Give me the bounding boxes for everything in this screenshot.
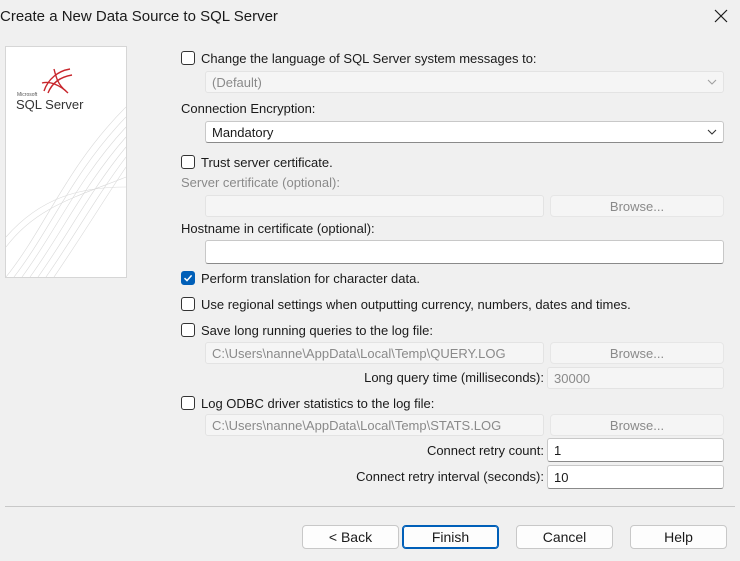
server-cert-browse-button: Browse...	[550, 195, 724, 217]
language-label: Change the language of SQL Server system…	[201, 50, 537, 66]
long-query-time-label: Long query time (milliseconds):	[364, 370, 544, 385]
trust-cert-label: Trust server certificate.	[201, 154, 333, 170]
back-button[interactable]: < Back	[302, 525, 399, 549]
odbc-stats-checkbox[interactable]	[181, 396, 195, 410]
language-checkbox[interactable]	[181, 51, 195, 65]
trust-cert-checkbox[interactable]	[181, 155, 195, 169]
trust-cert-checkbox-row[interactable]: Trust server certificate.	[181, 153, 333, 171]
translation-checkbox-row[interactable]: Perform translation for character data.	[181, 269, 420, 287]
encryption-value: Mandatory	[212, 124, 274, 140]
long-query-time-input: 30000	[547, 367, 724, 389]
query-log-browse-button: Browse...	[550, 342, 724, 364]
retry-interval-label: Connect retry interval (seconds):	[356, 469, 544, 484]
retry-interval-input[interactable]: 10	[547, 465, 724, 489]
odbc-stats-checkbox-row[interactable]: Log ODBC driver statistics to the log fi…	[181, 394, 434, 412]
logo-brand-text: SQL Server	[16, 97, 84, 112]
stats-log-path-input: C:\Users\nanne\AppData\Local\Temp\STATS.…	[205, 414, 544, 436]
checkmark-icon	[183, 274, 193, 282]
regional-checkbox-row[interactable]: Use regional settings when outputting cu…	[181, 295, 631, 313]
cancel-button[interactable]: Cancel	[516, 525, 613, 549]
language-select: (Default)	[205, 71, 724, 93]
encryption-select[interactable]: Mandatory	[205, 121, 724, 143]
footer-divider	[5, 506, 735, 507]
server-cert-label: Server certificate (optional):	[181, 175, 340, 190]
hostname-input[interactable]	[205, 240, 724, 264]
long-queries-checkbox-row[interactable]: Save long running queries to the log fil…	[181, 321, 433, 339]
translation-label: Perform translation for character data.	[201, 270, 420, 286]
close-icon	[714, 9, 728, 23]
retry-count-label: Connect retry count:	[426, 443, 544, 458]
logo-panel: Microsoft SQL Server	[5, 46, 127, 278]
encryption-label: Connection Encryption:	[181, 101, 316, 116]
language-value: (Default)	[212, 74, 262, 90]
hostname-label: Hostname in certificate (optional):	[181, 221, 375, 236]
server-cert-input	[205, 195, 544, 217]
help-button[interactable]: Help	[630, 525, 727, 549]
retry-count-input[interactable]: 1	[547, 438, 724, 462]
long-queries-checkbox[interactable]	[181, 323, 195, 337]
sql-server-logo-icon	[41, 68, 73, 94]
odbc-stats-label: Log ODBC driver statistics to the log fi…	[201, 395, 435, 411]
regional-checkbox[interactable]	[181, 297, 195, 311]
translation-checkbox[interactable]	[181, 271, 195, 285]
long-queries-label: Save long running queries to the log fil…	[201, 322, 433, 338]
language-checkbox-row[interactable]: Change the language of SQL Server system…	[181, 49, 537, 67]
window-title: Create a New Data Source to SQL Server	[0, 8, 278, 25]
regional-label: Use regional settings when outputting cu…	[201, 296, 631, 312]
stats-log-browse-button: Browse...	[550, 414, 724, 436]
query-log-path-input: C:\Users\nanne\AppData\Local\Temp\QUERY.…	[205, 342, 544, 364]
chevron-down-icon	[707, 129, 717, 135]
chevron-down-icon	[707, 79, 717, 85]
close-button[interactable]	[706, 2, 736, 30]
finish-button[interactable]: Finish	[402, 525, 499, 549]
